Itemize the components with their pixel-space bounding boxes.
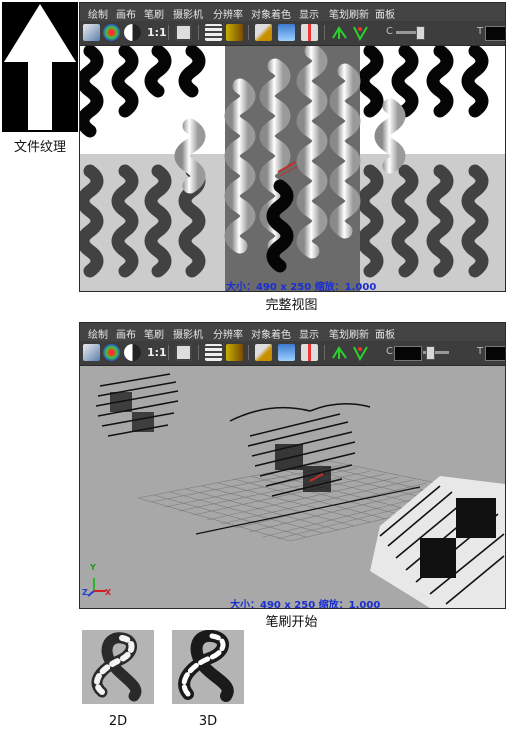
color-label: C (386, 346, 393, 357)
thumb-3d-caption: 3D (198, 714, 218, 729)
wrap-icon[interactable] (226, 344, 243, 361)
brush-edit-icon[interactable] (255, 24, 272, 41)
tumble-icon[interactable] (331, 344, 348, 361)
menu-panels[interactable]: 面板 (375, 6, 395, 21)
menu-display[interactable]: 显示 (299, 6, 319, 21)
menu-bar: 绘制 画布 笔刷 摄影机 分辨率 对象着色 显示 笔划刷新 面板 (80, 3, 505, 21)
axis-x-label: X (105, 588, 112, 597)
alpha-channel-icon[interactable] (124, 24, 141, 41)
menu-resolution[interactable]: 分辨率 (213, 6, 243, 21)
menu-bar: 绘制 画布 笔刷 摄影机 分辨率 对象着色 显示 笔划刷新 面板 (80, 323, 505, 341)
toolbar: 1:1 C T (80, 341, 505, 366)
paint-canvas-icon[interactable] (83, 24, 100, 41)
snapshot-icon[interactable] (175, 344, 192, 361)
brush-settings-icon[interactable] (205, 344, 222, 361)
canvas-viewport[interactable] (80, 43, 505, 291)
menu-stroke-refresh[interactable]: 笔划刷新 (329, 6, 369, 21)
menu-draw[interactable]: 绘制 (88, 6, 108, 21)
menu-camera[interactable]: 摄影机 (173, 6, 203, 21)
status-readout: 大小：490 x 250 缩放：1.000 (226, 282, 377, 292)
toolbar-separator (198, 345, 199, 360)
file-texture-caption: 文件纹理 (13, 140, 66, 155)
real-size-ratio[interactable]: 1:1 (147, 26, 167, 39)
color-label: C (386, 26, 393, 37)
axis-z-label: Z (82, 588, 88, 597)
menu-brush[interactable]: 笔刷 (144, 326, 164, 341)
toolbar-separator (248, 345, 249, 360)
clear-icon[interactable] (301, 344, 318, 361)
menu-object-shading[interactable]: 对象着色 (251, 6, 291, 21)
menu-canvas[interactable]: 画布 (116, 326, 136, 341)
color-slider-handle[interactable] (416, 26, 425, 40)
toolbar-separator (324, 25, 325, 40)
transparency-label: T (477, 346, 484, 357)
status-readout: 大小：490 x 250 缩放：1.000 (230, 600, 381, 609)
axis-y-label: Y (90, 563, 96, 572)
color-swatch[interactable] (394, 346, 422, 361)
wrap-icon[interactable] (226, 24, 243, 41)
menu-stroke-refresh[interactable]: 笔划刷新 (329, 326, 369, 341)
transparency-swatch[interactable] (485, 346, 505, 361)
menu-canvas[interactable]: 画布 (116, 6, 136, 21)
file-texture-arrow-image (2, 2, 78, 132)
brush-settings-icon[interactable] (205, 24, 222, 41)
dolly-icon[interactable] (352, 344, 369, 362)
stroke-3d-thumbnail (172, 629, 244, 704)
menu-resolution[interactable]: 分辨率 (213, 326, 243, 341)
color-slider-handle[interactable] (426, 346, 435, 360)
toolbar-separator (168, 25, 169, 40)
redraw-icon[interactable] (278, 344, 295, 361)
tumble-icon[interactable] (331, 24, 348, 41)
transparency-swatch[interactable] (485, 26, 505, 41)
menu-camera[interactable]: 摄影机 (173, 326, 203, 341)
toolbar-separator (168, 345, 169, 360)
stroke-start-caption: 笔刷开始 (265, 615, 318, 630)
menu-brush[interactable]: 笔刷 (144, 6, 164, 21)
toolbar-separator (198, 25, 199, 40)
dolly-icon[interactable] (352, 24, 369, 42)
stroke-2d-thumbnail (82, 630, 154, 704)
brush-edit-icon[interactable] (255, 344, 272, 361)
menu-panels[interactable]: 面板 (375, 326, 395, 341)
rgb-channels-icon[interactable] (103, 24, 120, 41)
transparency-label: T (477, 26, 484, 37)
thumb-2d-caption: 2D (108, 714, 128, 729)
full-view-caption: 完整视图 (265, 298, 318, 313)
snapshot-icon[interactable] (175, 24, 192, 41)
paint-effects-panel-full-view: 绘制 画布 笔刷 摄影机 分辨率 对象着色 显示 笔划刷新 面板 1:1 C T (79, 2, 506, 292)
menu-display[interactable]: 显示 (299, 326, 319, 341)
real-size-ratio[interactable]: 1:1 (147, 346, 167, 359)
paint-effects-panel-stroke-start: 绘制 画布 笔刷 摄影机 分辨率 对象着色 显示 笔划刷新 面板 1:1 C T… (79, 322, 506, 609)
paint-canvas-icon[interactable] (83, 344, 100, 361)
rgb-channels-icon[interactable] (103, 344, 120, 361)
toolbar: 1:1 C T (80, 21, 505, 46)
clear-icon[interactable] (301, 24, 318, 41)
alpha-channel-icon[interactable] (124, 344, 141, 361)
menu-object-shading[interactable]: 对象着色 (251, 326, 291, 341)
perspective-viewport[interactable]: Y Z X (80, 366, 505, 608)
redraw-icon[interactable] (278, 24, 295, 41)
toolbar-separator (248, 25, 249, 40)
toolbar-separator (324, 345, 325, 360)
menu-draw[interactable]: 绘制 (88, 326, 108, 341)
